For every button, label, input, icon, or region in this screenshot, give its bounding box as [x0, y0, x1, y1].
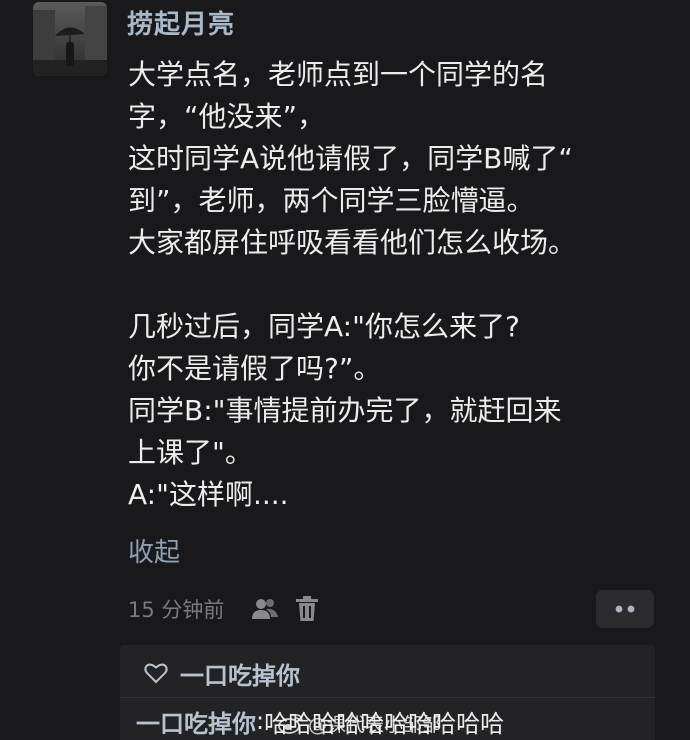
weibo-logo-icon [278, 714, 303, 734]
post-line: 大学点名，老师点到一个同学的名 [128, 58, 549, 91]
post-line: 大家都屏住呼吸看看他们怎么收场。 [128, 226, 577, 259]
post-blank-line [128, 264, 668, 306]
post-line: 同学B:"事情提前办完了，就赶回来 [128, 394, 562, 427]
heart-icon [144, 663, 168, 684]
post-content: 大学点名，老师点到一个同学的名 字，“他没来”， 这时同学A说他请假了，同学B喊… [128, 54, 668, 516]
divider [120, 697, 655, 698]
more-dots-icon [615, 605, 635, 613]
watermark-text: @课代表小邹邹 [308, 713, 442, 736]
post-line: 这时同学A说他请假了，同学B喊了“ [128, 142, 573, 175]
watermark: @课代表小邹邹 [278, 708, 441, 738]
avatar-icon [33, 2, 107, 76]
post-meta: 15 分钟前 [128, 592, 334, 626]
liker-name[interactable]: 一口吃掉你 [180, 656, 300, 691]
comment-separator: : [256, 707, 265, 735]
visibility-users-icon[interactable] [250, 594, 280, 624]
post-line: 几秒过后，同学A:"你怎么来了? [128, 310, 520, 343]
avatar[interactable] [33, 2, 107, 76]
post-line: 上课了"。 [128, 436, 253, 469]
post-line: A:"这样啊.... [128, 478, 289, 511]
likes-row: 一口吃掉你 [144, 655, 300, 691]
post-line: 到”，老师，两个同学三脸懵逼。 [128, 184, 535, 217]
collapse-link[interactable]: 收起 [128, 532, 180, 569]
comment-author[interactable]: 一口吃掉你 [136, 704, 256, 739]
username[interactable]: 捞起月亮 [127, 4, 235, 41]
trash-icon[interactable] [292, 594, 322, 624]
more-options-button[interactable] [596, 590, 654, 628]
timestamp: 15 分钟前 [128, 598, 225, 622]
post-line: 你不是请假了吗?”。 [128, 352, 382, 385]
post-line: 字，“他没来”， [128, 100, 326, 133]
